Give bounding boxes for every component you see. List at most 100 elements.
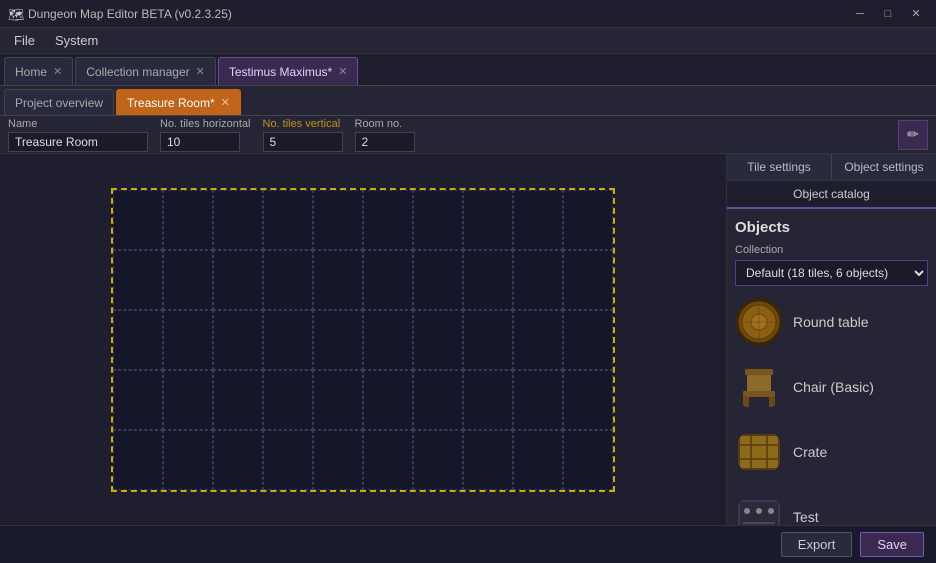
- tab-testimus-close[interactable]: ✕: [338, 65, 347, 78]
- field-name-input[interactable]: [8, 132, 148, 152]
- list-item[interactable]: Crate: [727, 420, 936, 485]
- list-item[interactable]: Chair (Basic): [727, 355, 936, 420]
- grid-cell[interactable]: [313, 250, 363, 310]
- grid-cell[interactable]: [413, 250, 463, 310]
- object-icon-chair: [735, 363, 783, 411]
- grid-cell[interactable]: [213, 250, 263, 310]
- grid-cell[interactable]: [463, 190, 513, 250]
- field-horizontal-input[interactable]: [160, 132, 240, 152]
- grid-cell[interactable]: [363, 310, 413, 370]
- close-button[interactable]: ✕: [904, 5, 928, 23]
- export-button[interactable]: Export: [781, 532, 853, 557]
- grid-cell[interactable]: [363, 370, 413, 430]
- field-room-label: Room no.: [355, 118, 415, 130]
- grid-cell[interactable]: [463, 370, 513, 430]
- panel-top-tabs: Tile settings Object settings: [727, 154, 936, 181]
- menu-bar: File System: [0, 28, 936, 54]
- grid-cell[interactable]: [363, 430, 413, 490]
- tab-testimus-maximus[interactable]: Testimus Maximus* ✕: [218, 57, 359, 85]
- menu-system[interactable]: System: [45, 31, 108, 50]
- grid-cell[interactable]: [513, 370, 563, 430]
- grid-cell[interactable]: [313, 430, 363, 490]
- grid-cell[interactable]: [163, 190, 213, 250]
- grid-cell[interactable]: [563, 310, 613, 370]
- list-item[interactable]: Round table: [727, 290, 936, 355]
- field-room-input[interactable]: [355, 132, 415, 152]
- object-name: Crate: [793, 444, 827, 460]
- grid-cell[interactable]: [163, 370, 213, 430]
- grid-cell[interactable]: [563, 250, 613, 310]
- bottom-bar: Export Save: [0, 525, 936, 563]
- minimize-button[interactable]: ─: [848, 5, 872, 23]
- grid-cell[interactable]: [113, 370, 163, 430]
- object-list: Round table Chair (Basic) Crate Test: [727, 290, 936, 525]
- grid-cell[interactable]: [363, 190, 413, 250]
- grid-cell[interactable]: [513, 430, 563, 490]
- grid-cell[interactable]: [463, 250, 513, 310]
- canvas-area[interactable]: [0, 154, 726, 525]
- grid-cell[interactable]: [213, 430, 263, 490]
- tab-collection-manager[interactable]: Collection manager ✕: [75, 57, 216, 85]
- grid-cell[interactable]: [263, 370, 313, 430]
- grid-cell[interactable]: [113, 430, 163, 490]
- collection-select[interactable]: Default (18 tiles, 6 objects): [735, 260, 928, 286]
- object-name: Round table: [793, 314, 869, 330]
- grid-cell[interactable]: [563, 190, 613, 250]
- tab-home-close[interactable]: ✕: [53, 65, 62, 78]
- grid-cell[interactable]: [163, 430, 213, 490]
- grid-cell[interactable]: [513, 190, 563, 250]
- grid-cell[interactable]: [163, 250, 213, 310]
- grid-cell[interactable]: [413, 370, 463, 430]
- field-vertical-group: No. tiles vertical: [263, 118, 343, 152]
- grid-cell[interactable]: [463, 430, 513, 490]
- grid-cell[interactable]: [413, 430, 463, 490]
- grid-cell[interactable]: [413, 190, 463, 250]
- grid-cell[interactable]: [263, 310, 313, 370]
- sub-tab-treasure-room[interactable]: Treasure Room* ✕: [116, 89, 241, 115]
- grid-cell[interactable]: [463, 310, 513, 370]
- app-icon: 🗺: [8, 7, 22, 21]
- grid-cell[interactable]: [563, 370, 613, 430]
- toolbar-right: ✏: [898, 120, 928, 150]
- grid-cell[interactable]: [213, 370, 263, 430]
- grid-cell[interactable]: [213, 310, 263, 370]
- list-item[interactable]: Test: [727, 485, 936, 525]
- panel-tile-settings-tab[interactable]: Tile settings: [727, 154, 832, 180]
- save-button[interactable]: Save: [860, 532, 924, 557]
- grid-cell[interactable]: [513, 250, 563, 310]
- grid-cell[interactable]: [163, 310, 213, 370]
- tab-collection-manager-close[interactable]: ✕: [196, 65, 205, 78]
- draw-tool-button[interactable]: ✏: [898, 120, 928, 150]
- main-tab-bar: Home ✕ Collection manager ✕ Testimus Max…: [0, 54, 936, 86]
- grid-cell[interactable]: [263, 190, 313, 250]
- grid-cell[interactable]: [113, 310, 163, 370]
- grid-cell[interactable]: [563, 430, 613, 490]
- field-vertical-input[interactable]: [263, 132, 343, 152]
- grid-cell[interactable]: [263, 430, 313, 490]
- right-panel: Tile settings Object settings Object cat…: [726, 154, 936, 525]
- grid-cell[interactable]: [113, 190, 163, 250]
- sub-tab-treasure-close[interactable]: ✕: [221, 96, 230, 109]
- menu-file[interactable]: File: [4, 31, 45, 50]
- grid-cell[interactable]: [413, 310, 463, 370]
- main-content: Tile settings Object settings Object cat…: [0, 154, 936, 525]
- maximize-button[interactable]: □: [876, 5, 900, 23]
- grid-cell[interactable]: [313, 310, 363, 370]
- grid-cell[interactable]: [313, 190, 363, 250]
- panel-catalog-tab[interactable]: Object catalog: [727, 181, 936, 209]
- grid-container[interactable]: [111, 188, 615, 492]
- grid-cell[interactable]: [513, 310, 563, 370]
- tab-home[interactable]: Home ✕: [4, 57, 73, 85]
- grid-cell[interactable]: [263, 250, 313, 310]
- grid-cell[interactable]: [363, 250, 413, 310]
- grid-cell[interactable]: [213, 190, 263, 250]
- grid-cell[interactable]: [113, 250, 163, 310]
- sub-tab-project-overview[interactable]: Project overview: [4, 89, 114, 115]
- object-name: Test: [793, 509, 819, 525]
- grid-cell[interactable]: [313, 370, 363, 430]
- panel-object-settings-tab[interactable]: Object settings: [832, 154, 936, 180]
- fields-row: Name No. tiles horizontal No. tiles vert…: [0, 116, 936, 154]
- panel-header: Tile settings Object settings Object cat…: [727, 154, 936, 209]
- panel-objects-section: Objects Collection Default (18 tiles, 6 …: [727, 209, 936, 290]
- field-vertical-label: No. tiles vertical: [263, 118, 343, 130]
